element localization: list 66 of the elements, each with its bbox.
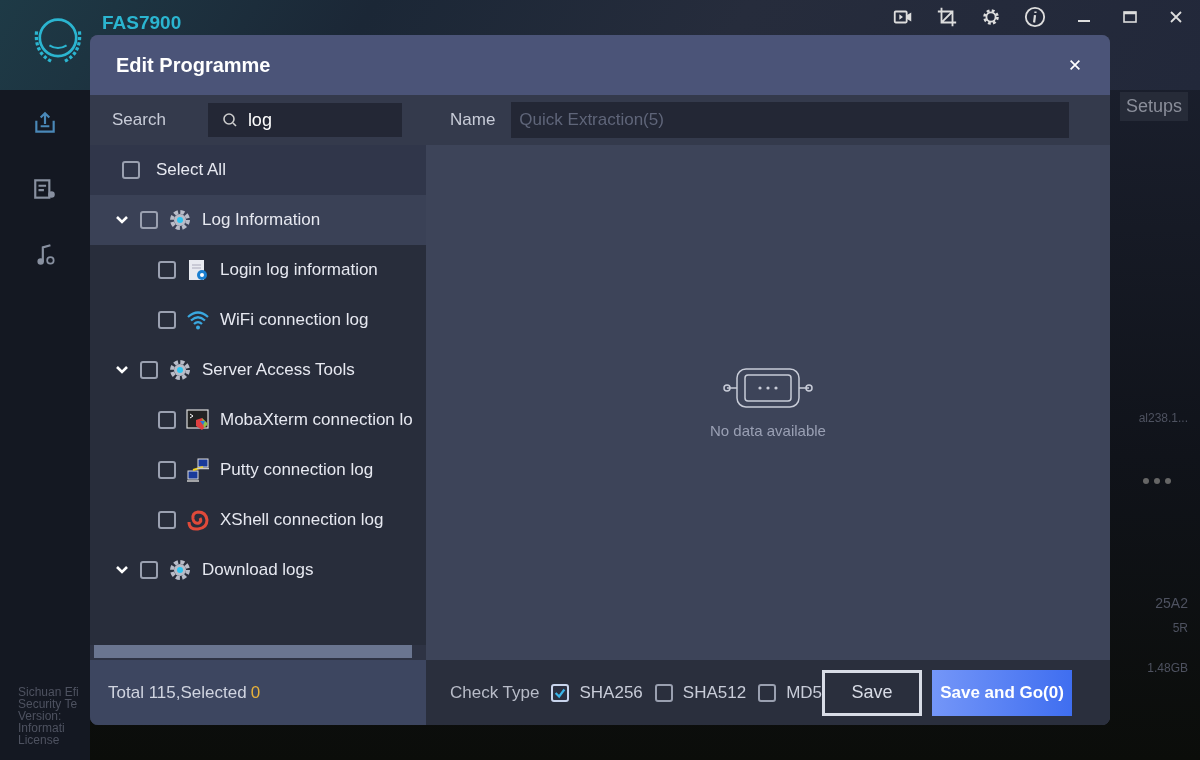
tree-item[interactable]: MobaXterm connection lo: [90, 395, 426, 445]
info-icon[interactable]: [1024, 6, 1046, 28]
selected-count: 0: [250, 682, 261, 703]
gear-icon: [168, 558, 192, 582]
tree-item[interactable]: Login log information: [90, 245, 426, 295]
check-type-label: Check Type: [450, 682, 540, 703]
setups-button[interactable]: Setups: [1119, 92, 1188, 121]
save-button[interactable]: Save: [822, 669, 923, 716]
close-icon[interactable]: [1168, 9, 1184, 25]
search-icon: [221, 112, 238, 128]
checkbox[interactable]: [122, 161, 140, 179]
checkbox[interactable]: [758, 683, 777, 702]
checkbox[interactable]: [158, 411, 176, 429]
device-text: 1.48GB: [1147, 661, 1188, 675]
terminal-icon: [186, 408, 210, 432]
save-and-go-button[interactable]: Save and Go(0): [932, 669, 1073, 716]
shell-icon: [186, 508, 210, 532]
empty-device-icon: [723, 366, 813, 410]
tree-item[interactable]: XShell connection log: [90, 495, 426, 545]
checkbox[interactable]: [158, 461, 176, 479]
checkbox[interactable]: [551, 683, 570, 702]
name-field[interactable]: Quick Extraction(5): [511, 102, 1070, 138]
device-text: 25A2: [1155, 595, 1188, 611]
option-label: SHA512: [682, 682, 747, 703]
checkbox[interactable]: [158, 511, 176, 529]
footer-text: Version:: [18, 710, 63, 722]
total-text: Total 115,Selected: [108, 682, 247, 703]
app-title: FAS7900: [102, 12, 182, 34]
dialog-title: Edit Programme: [116, 53, 271, 77]
checkbox[interactable]: [158, 261, 176, 279]
computers-icon: [186, 458, 210, 482]
footer-text: License: [18, 734, 61, 746]
upload-icon[interactable]: [32, 110, 58, 136]
search-field[interactable]: log: [207, 103, 402, 137]
select-all-label: Select All: [156, 160, 226, 180]
tree-item[interactable]: WiFi connection log: [90, 295, 426, 345]
settings-icon[interactable]: [980, 6, 1002, 28]
more-icon[interactable]: [1142, 477, 1172, 485]
gear-icon: [168, 208, 192, 232]
close-icon[interactable]: [1068, 58, 1082, 72]
empty-message: No data available: [710, 422, 826, 439]
option-label: MD5: [786, 682, 823, 703]
maximize-icon[interactable]: [1122, 9, 1138, 25]
footer-text: Security Te: [18, 698, 79, 710]
crop-icon[interactable]: [936, 6, 958, 28]
checkbox[interactable]: [158, 311, 176, 329]
device-text: 5R: [1172, 621, 1188, 635]
document-icon: [186, 258, 210, 282]
tree-item[interactable]: Download logs: [90, 545, 426, 595]
scrollbar-thumb[interactable]: [94, 645, 412, 658]
checkbox[interactable]: [140, 561, 158, 579]
report-icon[interactable]: [32, 176, 58, 202]
gear-icon: [168, 358, 192, 382]
footer-text: Informati: [18, 722, 66, 734]
device-text: al238.1...: [1138, 411, 1188, 425]
wifi-icon: [186, 308, 210, 332]
footer-text: Sichuan Efi: [18, 686, 80, 698]
tree-item[interactable]: Server Access Tools: [90, 345, 426, 395]
checkbox[interactable]: [140, 211, 158, 229]
option-label: SHA256: [579, 682, 643, 703]
checkbox[interactable]: [140, 361, 158, 379]
checkbox[interactable]: [654, 683, 673, 702]
name-label: Name: [450, 110, 496, 130]
search-label: Search: [112, 110, 166, 130]
tree-item[interactable]: Putty connection log: [90, 445, 426, 495]
tree-item[interactable]: Log Information: [90, 195, 426, 245]
